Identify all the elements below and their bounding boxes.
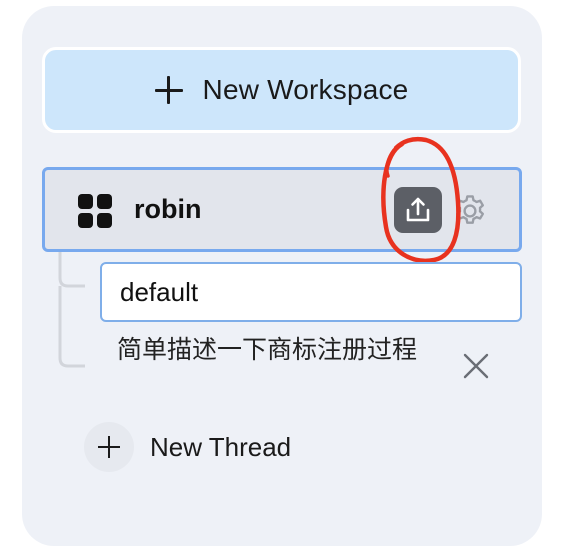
plus-icon [84,422,134,472]
upload-icon [406,197,430,222]
gear-icon[interactable] [451,192,489,230]
close-icon[interactable] [460,350,492,382]
thread-item[interactable]: 简单描述一下商标注册过程 [100,330,520,410]
thread-label: default [120,276,199,307]
new-workspace-label: New Workspace [202,74,409,105]
upload-button[interactable] [394,187,442,233]
new-thread-label: New Thread [150,431,292,462]
thread-label: 简单描述一下商标注册过程 [117,335,418,364]
workspace-item-robin[interactable]: robin [42,167,522,252]
workspace-name: robin [134,194,202,224]
thread-item-default[interactable]: default [100,262,522,322]
grid-icon [78,194,112,228]
new-thread-button[interactable]: New Thread [84,422,291,472]
new-workspace-button[interactable]: New Workspace [42,47,521,133]
plus-icon [154,76,183,104]
